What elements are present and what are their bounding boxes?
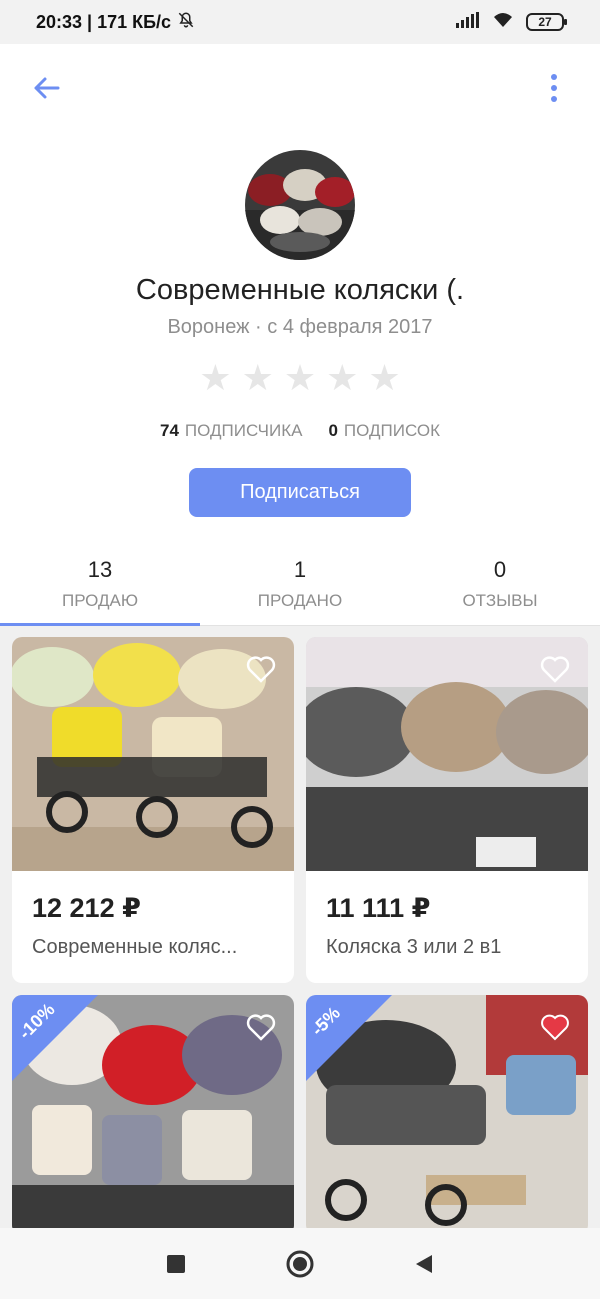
tab-reviews[interactable]: 0 ОТЗЫВЫ: [400, 548, 600, 625]
listing-price: 12 212 ₽: [32, 893, 141, 923]
tab-label: ПРОДАНО: [257, 591, 343, 610]
heart-filled-icon[interactable]: [540, 1013, 570, 1041]
tab-count: 13: [87, 557, 113, 582]
listing-title: Коляска 3 или 2 в1: [326, 936, 502, 958]
star-icon: ★: [283, 357, 317, 398]
tab-count: 1: [293, 557, 307, 582]
status-time-speed: 20:33 | 171 КБ/с: [36, 11, 172, 32]
tab-sold[interactable]: 1 ПРОДАНО: [200, 548, 400, 625]
subscriptions-count: 0: [328, 421, 338, 440]
subscriptions-stat[interactable]: 0 ПОДПИСОК: [328, 421, 440, 441]
listings-grid: 12 212 ₽ Современные коляс... 11 111 ₽ К…: [0, 626, 600, 1228]
wifi-icon: [492, 11, 514, 34]
listing-image: -5%: [306, 995, 588, 1228]
listing-card[interactable]: 11 111 ₽ Коляска 3 или 2 в1: [306, 637, 588, 983]
subscriptions-label: ПОДПИСОК: [343, 421, 440, 440]
more-vertical-icon[interactable]: [534, 68, 574, 108]
star-icon: ★: [326, 357, 359, 398]
mute-icon: [177, 11, 195, 34]
listing-card[interactable]: 12 212 ₽ Современные коляс...: [12, 637, 294, 983]
tab-label: ПРОДАЮ: [61, 591, 139, 610]
battery-icon: 27: [526, 13, 567, 31]
heart-outline-icon[interactable]: [246, 655, 276, 683]
listing-title: Современные коляс...: [32, 936, 238, 958]
discount-badge: -10%: [12, 995, 98, 1081]
recents-square-icon[interactable]: [156, 1244, 196, 1284]
back-triangle-icon[interactable]: [404, 1244, 444, 1284]
home-circle-icon[interactable]: [280, 1244, 320, 1284]
listing-price: 11 111 ₽: [326, 893, 431, 923]
tab-selling[interactable]: 13 ПРОДАЮ: [0, 548, 200, 626]
star-icon: ★: [368, 357, 401, 398]
subscribers-label: ПОДПИСЧИКА: [184, 421, 303, 440]
status-left: 20:33 | 171 КБ/с: [36, 11, 195, 34]
tab-bar: 13 ПРОДАЮ 1 ПРОДАНО 0 ОТЗЫВЫ: [0, 548, 600, 626]
subscribers-count: 74: [160, 421, 179, 440]
rating-stars: ★ ★ ★ ★ ★: [0, 360, 600, 396]
heart-outline-icon[interactable]: [246, 1013, 276, 1041]
status-right: 27: [456, 11, 567, 34]
system-nav-bar: [0, 1228, 600, 1299]
avatar[interactable]: [245, 150, 355, 260]
star-icon: ★: [199, 357, 232, 398]
listing-image: [12, 637, 294, 871]
tab-label: ОТЗЫВЫ: [462, 591, 538, 610]
listing-card[interactable]: -5%: [306, 995, 588, 1228]
signal-icon: [456, 11, 480, 33]
listing-image: -10%: [12, 995, 294, 1228]
status-bar: 20:33 | 171 КБ/с 27: [0, 0, 600, 44]
star-icon: ★: [241, 357, 274, 398]
subscribe-button[interactable]: Подписаться: [189, 468, 411, 517]
subscribers-stat[interactable]: 74 ПОДПИСЧИКА: [160, 421, 302, 441]
app-bar: [0, 44, 600, 132]
listing-card[interactable]: -10%: [12, 995, 294, 1228]
follow-stats: 74 ПОДПИСЧИКА 0 ПОДПИСОК: [0, 421, 600, 441]
arrow-left-icon[interactable]: [26, 68, 66, 108]
tab-count: 0: [493, 557, 507, 582]
page-title: Современные коляски (.: [135, 274, 465, 306]
heart-outline-icon[interactable]: [540, 655, 570, 683]
listing-image: [306, 637, 588, 871]
location-date: Воронеж · с 4 февраля 2017: [167, 316, 433, 338]
discount-badge: -5%: [306, 995, 392, 1081]
